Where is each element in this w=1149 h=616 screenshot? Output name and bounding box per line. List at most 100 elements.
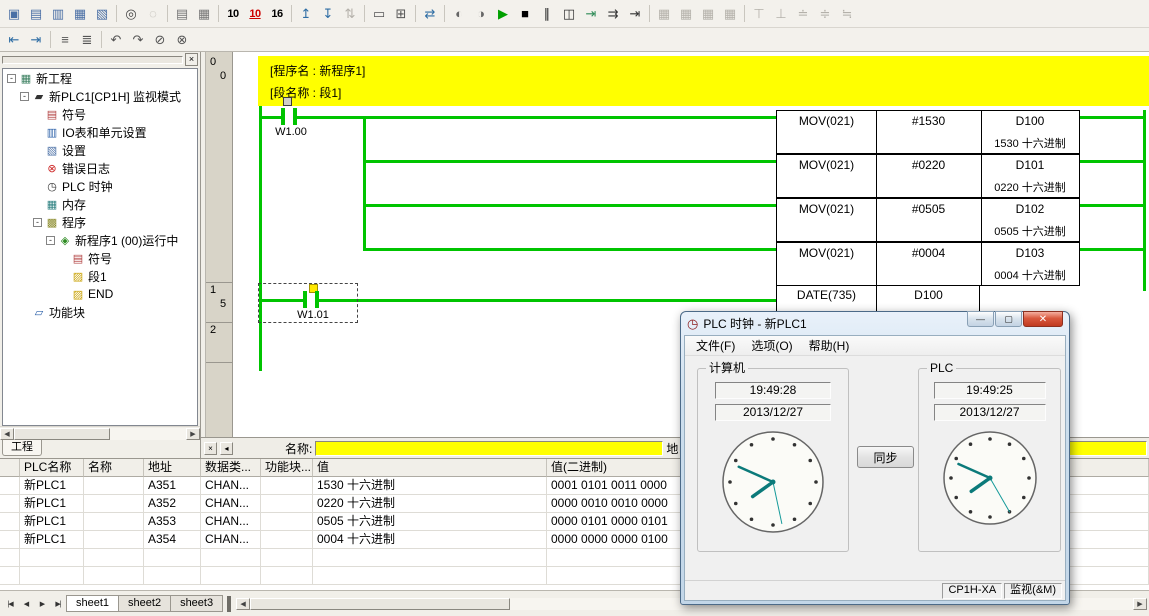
continuous-run-icon[interactable]: ⇉ [602, 4, 624, 24]
data-trace-icon[interactable]: ⇄ [419, 4, 441, 24]
enable-rung-icon[interactable]: ⊗ [171, 30, 193, 50]
gutter-divider [206, 322, 232, 323]
contact-w1-01[interactable] [303, 291, 319, 308]
dialog-menu-item-2[interactable]: 帮助(H) [801, 336, 858, 355]
maximize-icon[interactable]: ▢ [995, 311, 1022, 327]
plc-date-field: 2013/12/27 [934, 404, 1046, 421]
plc-settings-icon[interactable]: ⊞ [390, 4, 412, 24]
tree-item-io-table[interactable]: ▥IO表和单元设置 [3, 123, 197, 141]
minimize-icon[interactable]: — [967, 311, 994, 327]
contact-w1-00[interactable] [281, 108, 297, 125]
step-over-icon[interactable]: ⇥ [580, 4, 602, 24]
program1-icon: ◈ [58, 234, 72, 247]
tree-item-section1[interactable]: ▨段1 [3, 267, 197, 285]
tree-scroll-thumb[interactable] [14, 428, 110, 440]
counter-monitor-icon: ≒ [836, 4, 858, 24]
find-icon[interactable]: ◎ [120, 4, 142, 24]
transfer-to-plc-icon[interactable]: ↥ [295, 4, 317, 24]
expand-toggle-icon[interactable]: - [7, 74, 16, 83]
watch-window-icon[interactable]: ▦ [69, 4, 91, 24]
tree-item-symbols[interactable]: ▤符号 [3, 105, 197, 123]
rung-comment-block[interactable]: [程序名 : 新程序1] [段名称 : 段1] [258, 56, 1149, 106]
expand-toggle-icon[interactable]: - [46, 236, 55, 245]
dialog-menu-item-1[interactable]: 选项(O) [743, 336, 800, 355]
sheet-tab-sheet3[interactable]: sheet3 [170, 595, 223, 612]
run-mode-icon[interactable]: ▶ [492, 4, 514, 24]
sheet-tab-sheet2[interactable]: sheet2 [118, 595, 171, 612]
monitor-signed-decimal-icon[interactable]: 10 [244, 4, 266, 24]
watch-column-header[interactable]: 功能块... [261, 459, 313, 477]
indent-right-icon[interactable]: ⇥ [25, 30, 47, 50]
io-table-icon[interactable]: ▭ [368, 4, 390, 24]
monitor-decimal-icon[interactable]: 10 [222, 4, 244, 24]
tree-item-error-log[interactable]: ⊗错误日志 [3, 159, 197, 177]
tree-item-plc[interactable]: -▰新PLC1[CP1H] 监视模式 [3, 87, 197, 105]
watch-column-header[interactable] [0, 459, 20, 477]
rung-comment-icon[interactable]: ≡ [54, 30, 76, 50]
grid-view-icon[interactable]: ▦ [193, 4, 215, 24]
pause-mode-icon[interactable]: ∥ [536, 4, 558, 24]
tree-item-function-blocks[interactable]: ▱功能块 [3, 303, 197, 321]
disable-rung-icon[interactable]: ⊘ [149, 30, 171, 50]
first-sheet-icon[interactable]: |◀ [2, 596, 18, 611]
new-project-icon[interactable]: ▣ [3, 4, 25, 24]
monitor-mode-icon[interactable]: ◐ [448, 4, 470, 24]
expand-toggle-icon[interactable]: - [33, 218, 42, 227]
undo-icon[interactable]: ↶ [105, 30, 127, 50]
watch-column-header[interactable]: 数据类... [201, 459, 261, 477]
sheet-tab-sheet1[interactable]: sheet1 [66, 595, 119, 612]
tree-horizontal-scrollbar[interactable]: ◀ ▶ [0, 426, 200, 440]
mov-instruction-block[interactable]: MOV(021)#1530D1001530 十六进制 [776, 110, 1080, 154]
annotation-list-icon[interactable]: ≣ [76, 30, 98, 50]
bar-close-icon[interactable]: × [204, 442, 217, 455]
bar-collapse-icon[interactable]: ◂ [220, 442, 233, 455]
mov-instruction-block[interactable]: MOV(021)#0220D1010220 十六进制 [776, 154, 1080, 198]
settings-icon: ▧ [45, 144, 59, 157]
tree-item-program[interactable]: -▩程序 [3, 213, 197, 231]
pause-monitor-icon[interactable]: ◑ [470, 4, 492, 24]
prev-sheet-icon[interactable]: ◀ [18, 596, 34, 611]
tree-item-memory[interactable]: ▦内存 [3, 195, 197, 213]
indent-left-icon[interactable]: ⇤ [3, 30, 25, 50]
name-input[interactable] [315, 441, 663, 456]
tree-scroll-track[interactable] [14, 428, 186, 440]
redo-icon[interactable]: ↷ [127, 30, 149, 50]
mov-instruction-block[interactable]: MOV(021)#0505D1020505 十六进制 [776, 198, 1080, 242]
tree-item-end[interactable]: ▨END [3, 285, 197, 303]
bookmark-icon[interactable]: ▤ [171, 4, 193, 24]
watch-column-header[interactable]: 地址 [144, 459, 201, 477]
workspace-tab-project[interactable]: 工程 [2, 440, 42, 456]
dialog-list-icon[interactable]: ▤ [25, 4, 47, 24]
expand-toggle-icon[interactable]: - [20, 92, 29, 101]
tab-scroll-splitter[interactable] [227, 596, 231, 612]
stop-program-mode-icon[interactable]: ■ [514, 4, 536, 24]
step-mode-icon[interactable]: ◫ [558, 4, 580, 24]
watch-scroll-thumb[interactable] [250, 598, 510, 610]
watch-column-header[interactable]: 值 [313, 459, 547, 477]
output-window-icon[interactable]: ▥ [47, 4, 69, 24]
sync-button[interactable]: 同步 [857, 446, 914, 468]
tree-item-settings[interactable]: ▧设置 [3, 141, 197, 159]
next-sheet-icon[interactable]: ▶ [34, 596, 50, 611]
mov-instruction-block[interactable]: MOV(021)#0004D1030004 十六进制 [776, 242, 1080, 286]
monitor-hex-icon[interactable]: 16 [266, 4, 288, 24]
watch-column-header[interactable]: PLC名称 [20, 459, 84, 477]
scroll-left-icon[interactable]: ◀ [236, 598, 250, 610]
scroll-left-icon[interactable]: ◀ [0, 428, 14, 440]
transfer-from-plc-icon[interactable]: ↧ [317, 4, 339, 24]
cross-reference-icon[interactable]: ▧ [91, 4, 113, 24]
tree-item-symbols2[interactable]: ▤符号 [3, 249, 197, 267]
workspace-grip[interactable] [2, 56, 183, 64]
dialog-titlebar[interactable]: ◷ PLC 时钟 - 新PLC1 — ▢ ✕ [681, 312, 1069, 335]
tree-item-project[interactable]: -▦新工程 [3, 69, 197, 87]
last-sheet-icon[interactable]: ▶| [50, 596, 66, 611]
watch-column-header[interactable]: 名称 [84, 459, 144, 477]
scan-once-icon[interactable]: ⇥ [624, 4, 646, 24]
tree-item-plc-clock[interactable]: ◷PLC 时钟 [3, 177, 197, 195]
scroll-right-icon[interactable]: ▶ [186, 428, 200, 440]
scroll-right-icon[interactable]: ▶ [1133, 598, 1147, 610]
close-icon[interactable]: ✕ [1023, 311, 1063, 327]
workspace-close-icon[interactable]: × [185, 53, 198, 66]
dialog-menu-item-0[interactable]: 文件(F) [688, 336, 743, 355]
tree-item-program1[interactable]: -◈新程序1 (00)运行中 [3, 231, 197, 249]
